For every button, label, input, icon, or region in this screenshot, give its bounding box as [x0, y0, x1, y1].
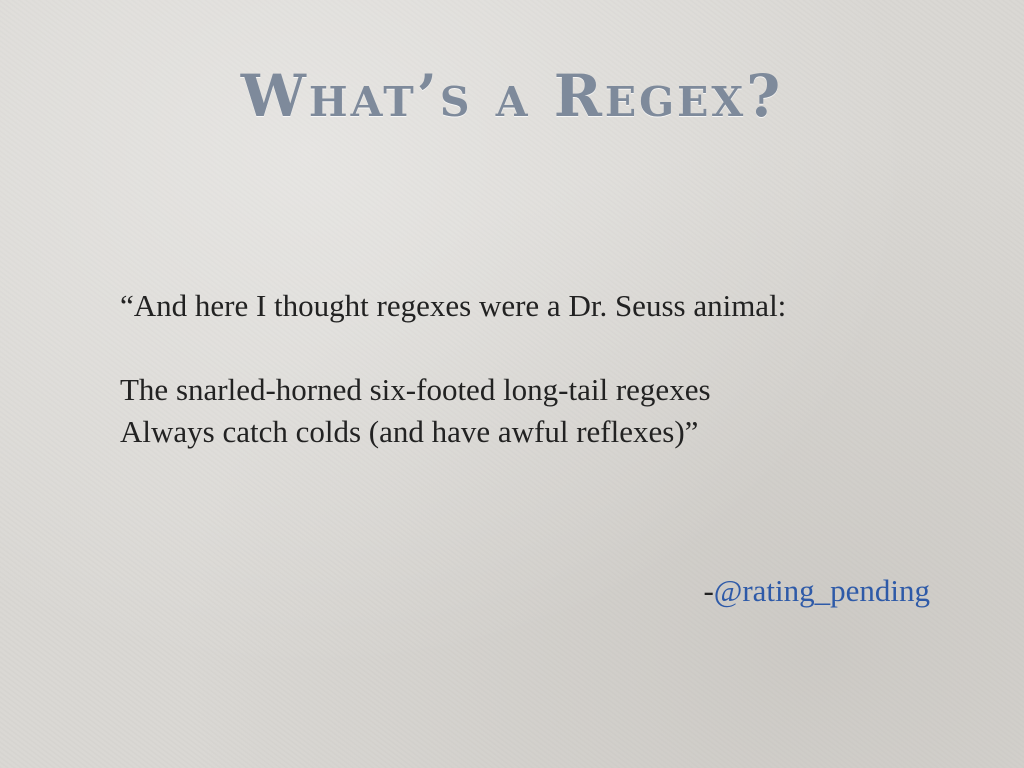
slide: What’s a Regex? “And here I thought rege…: [0, 0, 1024, 768]
quote-block: “And here I thought regexes were a Dr. S…: [120, 285, 960, 453]
quote-line-1: “And here I thought regexes were a Dr. S…: [120, 288, 787, 323]
slide-title: What’s a Regex?: [240, 62, 784, 130]
attribution: -@rating_pending: [703, 570, 930, 612]
quote-line-3: Always catch colds (and have awful refle…: [120, 414, 699, 449]
quote-line-2: The snarled-horned six-footed long-tail …: [120, 372, 711, 407]
attribution-prefix: -: [703, 573, 714, 608]
quote-spacer: [120, 327, 960, 369]
attribution-handle-link[interactable]: @rating_pending: [714, 573, 930, 608]
